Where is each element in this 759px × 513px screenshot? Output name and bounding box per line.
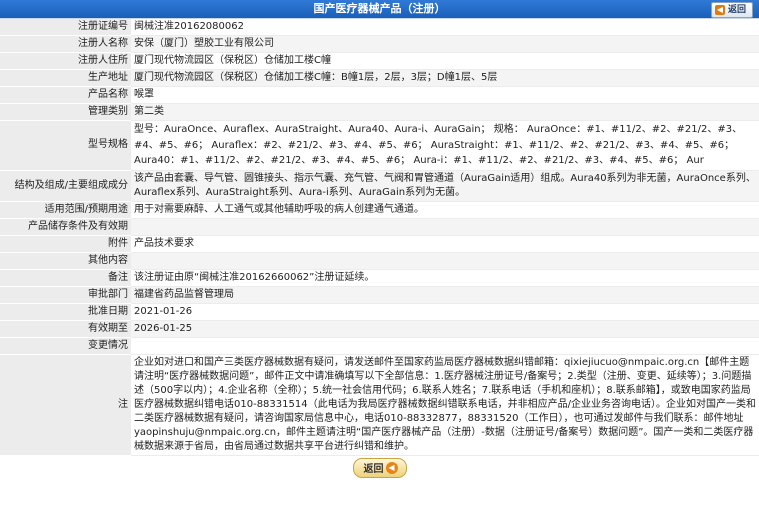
label-product: 产品名称: [0, 86, 131, 104]
value-product: 喉罩: [131, 86, 759, 104]
label-structure: 结构及组成/主要组成成分: [0, 170, 131, 202]
row-models: 型号规格 型号：AuraOnce、Auraflex、AuraStraight、A…: [0, 120, 759, 171]
label-approve-date: 批准日期: [0, 303, 131, 321]
back-button-bottom-label: 返回: [363, 464, 384, 475]
row-scope: 适用范围/预期用途 用于对需要麻醉、人工通气或其他辅助呼吸的病人创建通气通道。: [0, 201, 759, 219]
label-residence: 注册人住所: [0, 52, 131, 70]
row-other: 其他内容: [0, 252, 759, 270]
row-attachment: 附件 产品技术要求: [0, 235, 759, 253]
label-storage: 产品储存条件及有效期: [0, 218, 131, 236]
label-dept: 审批部门: [0, 286, 131, 304]
row-registrant: 注册人名称 安保（厦门）塑胶工业有限公司: [0, 35, 759, 53]
label-production: 生产地址: [0, 69, 131, 87]
label-attachment: 附件: [0, 235, 131, 253]
label-registrant: 注册人名称: [0, 35, 131, 53]
label-models: 型号规格: [0, 120, 131, 171]
label-note: 注: [0, 354, 131, 456]
value-valid-until: 2026-01-25: [131, 320, 759, 338]
value-change: [131, 337, 759, 355]
back-button-top[interactable]: ◀ 返回: [710, 2, 753, 18]
value-production: 厦门现代物流园区（保税区）仓储加工楼C幢：B幢1层，2层，3层；D幢1层、5层: [131, 69, 759, 87]
value-approve-date: 2021-01-26: [131, 303, 759, 321]
value-storage: [131, 218, 759, 236]
page-header: 国产医疗器械产品（注册） ◀ 返回: [0, 0, 759, 19]
value-reg-no: 闽械注准20162080062: [131, 19, 759, 36]
value-structure: 该产品由套囊、导气管、圆锥接头、指示气囊、充气管、气阀和胃管通道（AuraGai…: [131, 170, 759, 202]
label-valid-until: 有效期至: [0, 320, 131, 338]
value-note: 企业如对进口和国产三类医疗器械数据有疑问，请发送邮件至国家药监局医疗器械数据纠错…: [131, 354, 759, 456]
row-dept: 审批部门 福建省药品监督管理局: [0, 286, 759, 304]
page-footer: 返回 ◀: [0, 456, 759, 478]
back-arrow-icon: ◀: [714, 5, 725, 15]
row-approve-date: 批准日期 2021-01-26: [0, 303, 759, 321]
value-category: 第二类: [131, 103, 759, 121]
row-production: 生产地址 厦门现代物流园区（保税区）仓储加工楼C幢：B幢1层，2层，3层；D幢1…: [0, 69, 759, 87]
value-remark: 该注册证由原“闽械注准20162660062”注册证延续。: [131, 269, 759, 287]
value-residence: 厦门现代物流园区（保税区）仓储加工楼C幢: [131, 52, 759, 70]
row-change: 变更情况: [0, 337, 759, 355]
row-valid-until: 有效期至 2026-01-25: [0, 320, 759, 338]
value-scope: 用于对需要麻醉、人工通气或其他辅助呼吸的病人创建通气通道。: [131, 201, 759, 219]
label-remark: 备注: [0, 269, 131, 287]
detail-table: 注册证编号 闽械注准20162080062 注册人名称 安保（厦门）塑胶工业有限…: [0, 19, 759, 456]
row-residence: 注册人住所 厦门现代物流园区（保税区）仓储加工楼C幢: [0, 52, 759, 70]
label-reg-no: 注册证编号: [0, 19, 131, 36]
value-dept: 福建省药品监督管理局: [131, 286, 759, 304]
page-title: 国产医疗器械产品（注册）: [313, 2, 446, 15]
value-other: [131, 252, 759, 270]
label-category: 管理类别: [0, 103, 131, 121]
label-scope: 适用范围/预期用途: [0, 201, 131, 219]
row-remark: 备注 该注册证由原“闽械注准20162660062”注册证延续。: [0, 269, 759, 287]
back-button-bottom[interactable]: 返回 ◀: [352, 457, 407, 478]
row-note: 注 企业如对进口和国产三类医疗器械数据有疑问，请发送邮件至国家药监局医疗器械数据…: [0, 354, 759, 456]
value-attachment: 产品技术要求: [131, 235, 759, 253]
value-models: 型号：AuraOnce、Auraflex、AuraStraight、Aura40…: [131, 120, 759, 171]
back-arrow-icon: ◀: [385, 461, 398, 474]
row-category: 管理类别 第二类: [0, 103, 759, 121]
value-registrant: 安保（厦门）塑胶工业有限公司: [131, 35, 759, 53]
label-change: 变更情况: [0, 337, 131, 355]
label-other: 其他内容: [0, 252, 131, 270]
row-storage: 产品储存条件及有效期: [0, 218, 759, 236]
row-reg-no: 注册证编号 闽械注准20162080062: [0, 19, 759, 36]
back-button-top-label: 返回: [727, 5, 746, 15]
row-structure: 结构及组成/主要组成成分 该产品由套囊、导气管、圆锥接头、指示气囊、充气管、气阀…: [0, 170, 759, 202]
row-product: 产品名称 喉罩: [0, 86, 759, 104]
